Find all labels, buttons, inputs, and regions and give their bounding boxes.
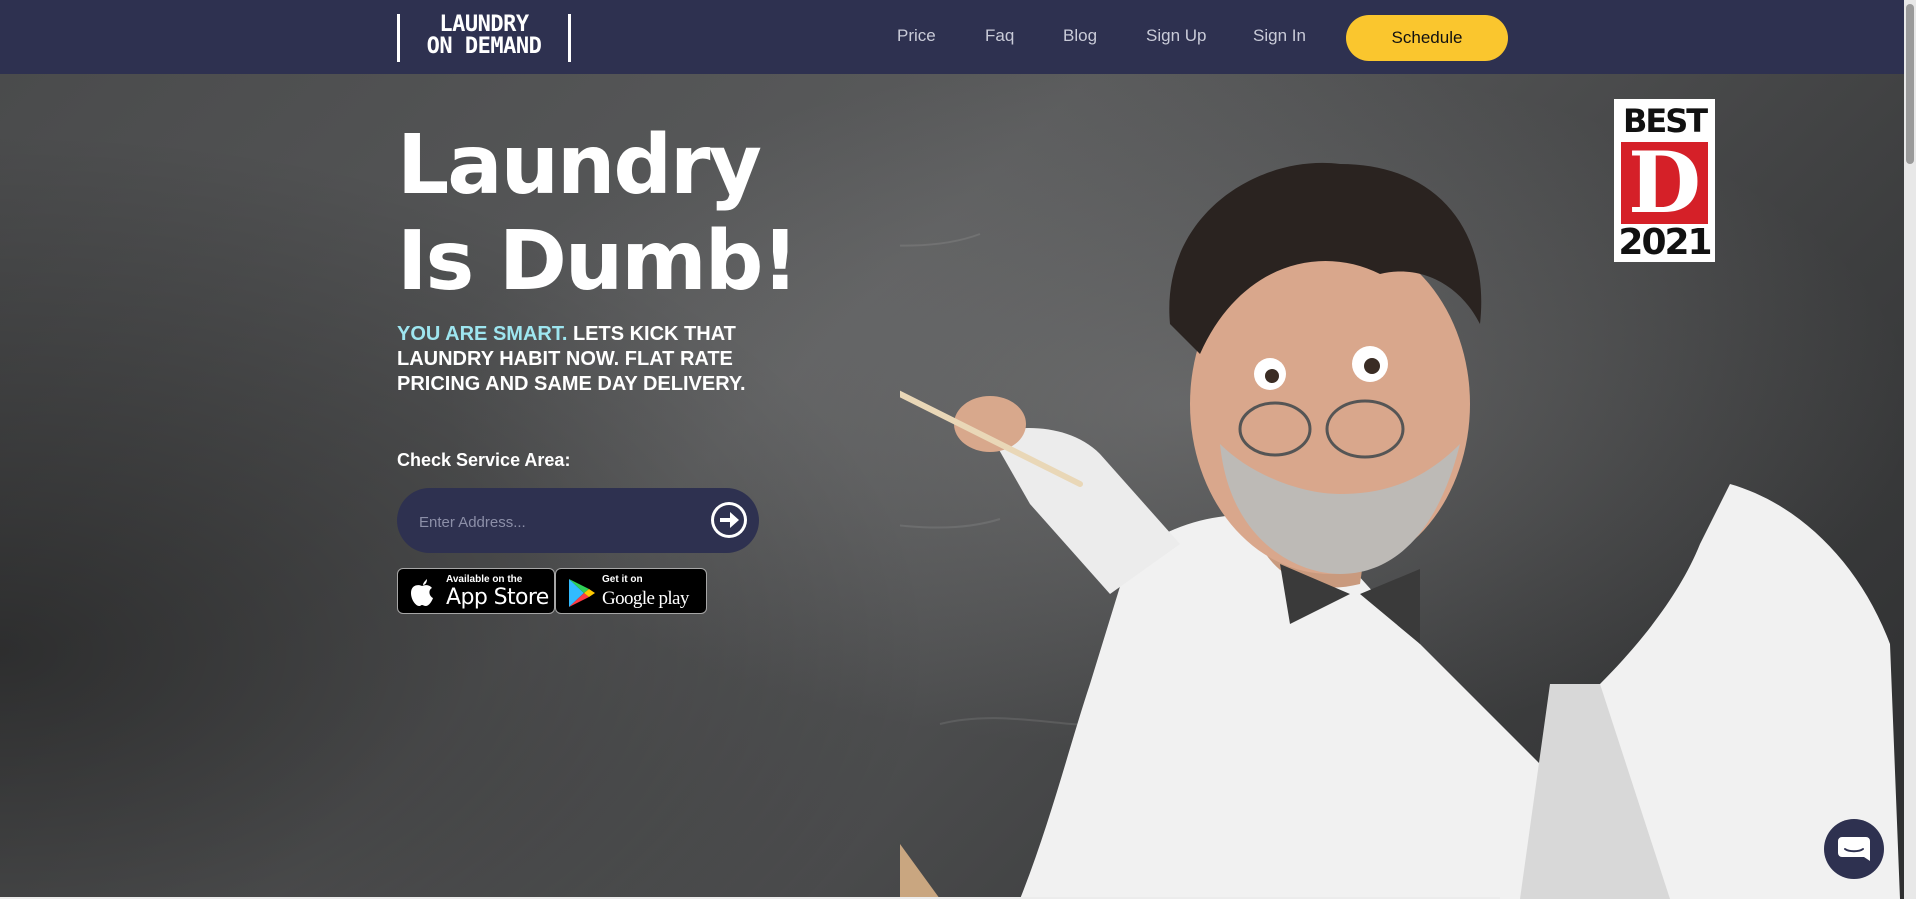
nav-link-sign-up[interactable]: Sign Up: [1146, 26, 1206, 46]
teacher-illustration: [900, 162, 1900, 899]
top-navbar: LAUNDRY ON DEMAND Price Faq Blog Sign Up…: [0, 0, 1904, 74]
schedule-button[interactable]: Schedule: [1346, 15, 1508, 61]
nav-link-blog[interactable]: Blog: [1063, 26, 1097, 46]
badge-d-letter: D: [1628, 133, 1701, 232]
google-play-button[interactable]: Get it on Google play: [555, 568, 707, 614]
google-play-icon: [569, 579, 595, 607]
chat-button[interactable]: [1824, 819, 1884, 879]
app-store-small-text: Available on the: [446, 574, 523, 585]
tagline-highlight: YOU ARE SMART.: [397, 323, 568, 345]
nav-link-sign-in[interactable]: Sign In: [1253, 26, 1306, 46]
google-play-small-text: Get it on: [602, 574, 643, 585]
service-area-label: Check Service Area:: [397, 450, 571, 470]
brand-logo[interactable]: LAUNDRY ON DEMAND: [397, 14, 571, 62]
google-play-big-text: Google play: [602, 588, 689, 609]
page-scrollbar[interactable]: [1904, 0, 1916, 899]
best-of-d-badge: BEST D 2021: [1614, 99, 1715, 262]
nav-link-price[interactable]: Price: [897, 26, 936, 46]
chat-bubble-icon: [1838, 837, 1870, 861]
address-input[interactable]: [417, 508, 701, 536]
address-search-box: [397, 488, 759, 553]
hero-tagline: YOU ARE SMART. LETS KICK THAT LAUNDRY HA…: [397, 322, 777, 397]
logo-line-2: ON DEMAND: [426, 34, 542, 59]
logo-line-1: LAUNDRY: [439, 12, 529, 37]
app-store-button[interactable]: Available on the App Store: [397, 568, 555, 614]
apple-icon: [411, 579, 433, 606]
app-store-big-text: App Store: [446, 585, 549, 610]
hero-section: Laundry Is Dumb! YOU ARE SMART. LETS KIC…: [0, 74, 1904, 899]
arrow-right-icon[interactable]: [710, 501, 748, 539]
scrollbar-thumb[interactable]: [1906, 4, 1914, 164]
badge-year-text: 2021: [1618, 222, 1712, 263]
badge-d-logo: D: [1621, 133, 1708, 232]
hero-headline: Laundry Is Dumb!: [397, 118, 799, 309]
nav-link-faq[interactable]: Faq: [985, 26, 1014, 46]
